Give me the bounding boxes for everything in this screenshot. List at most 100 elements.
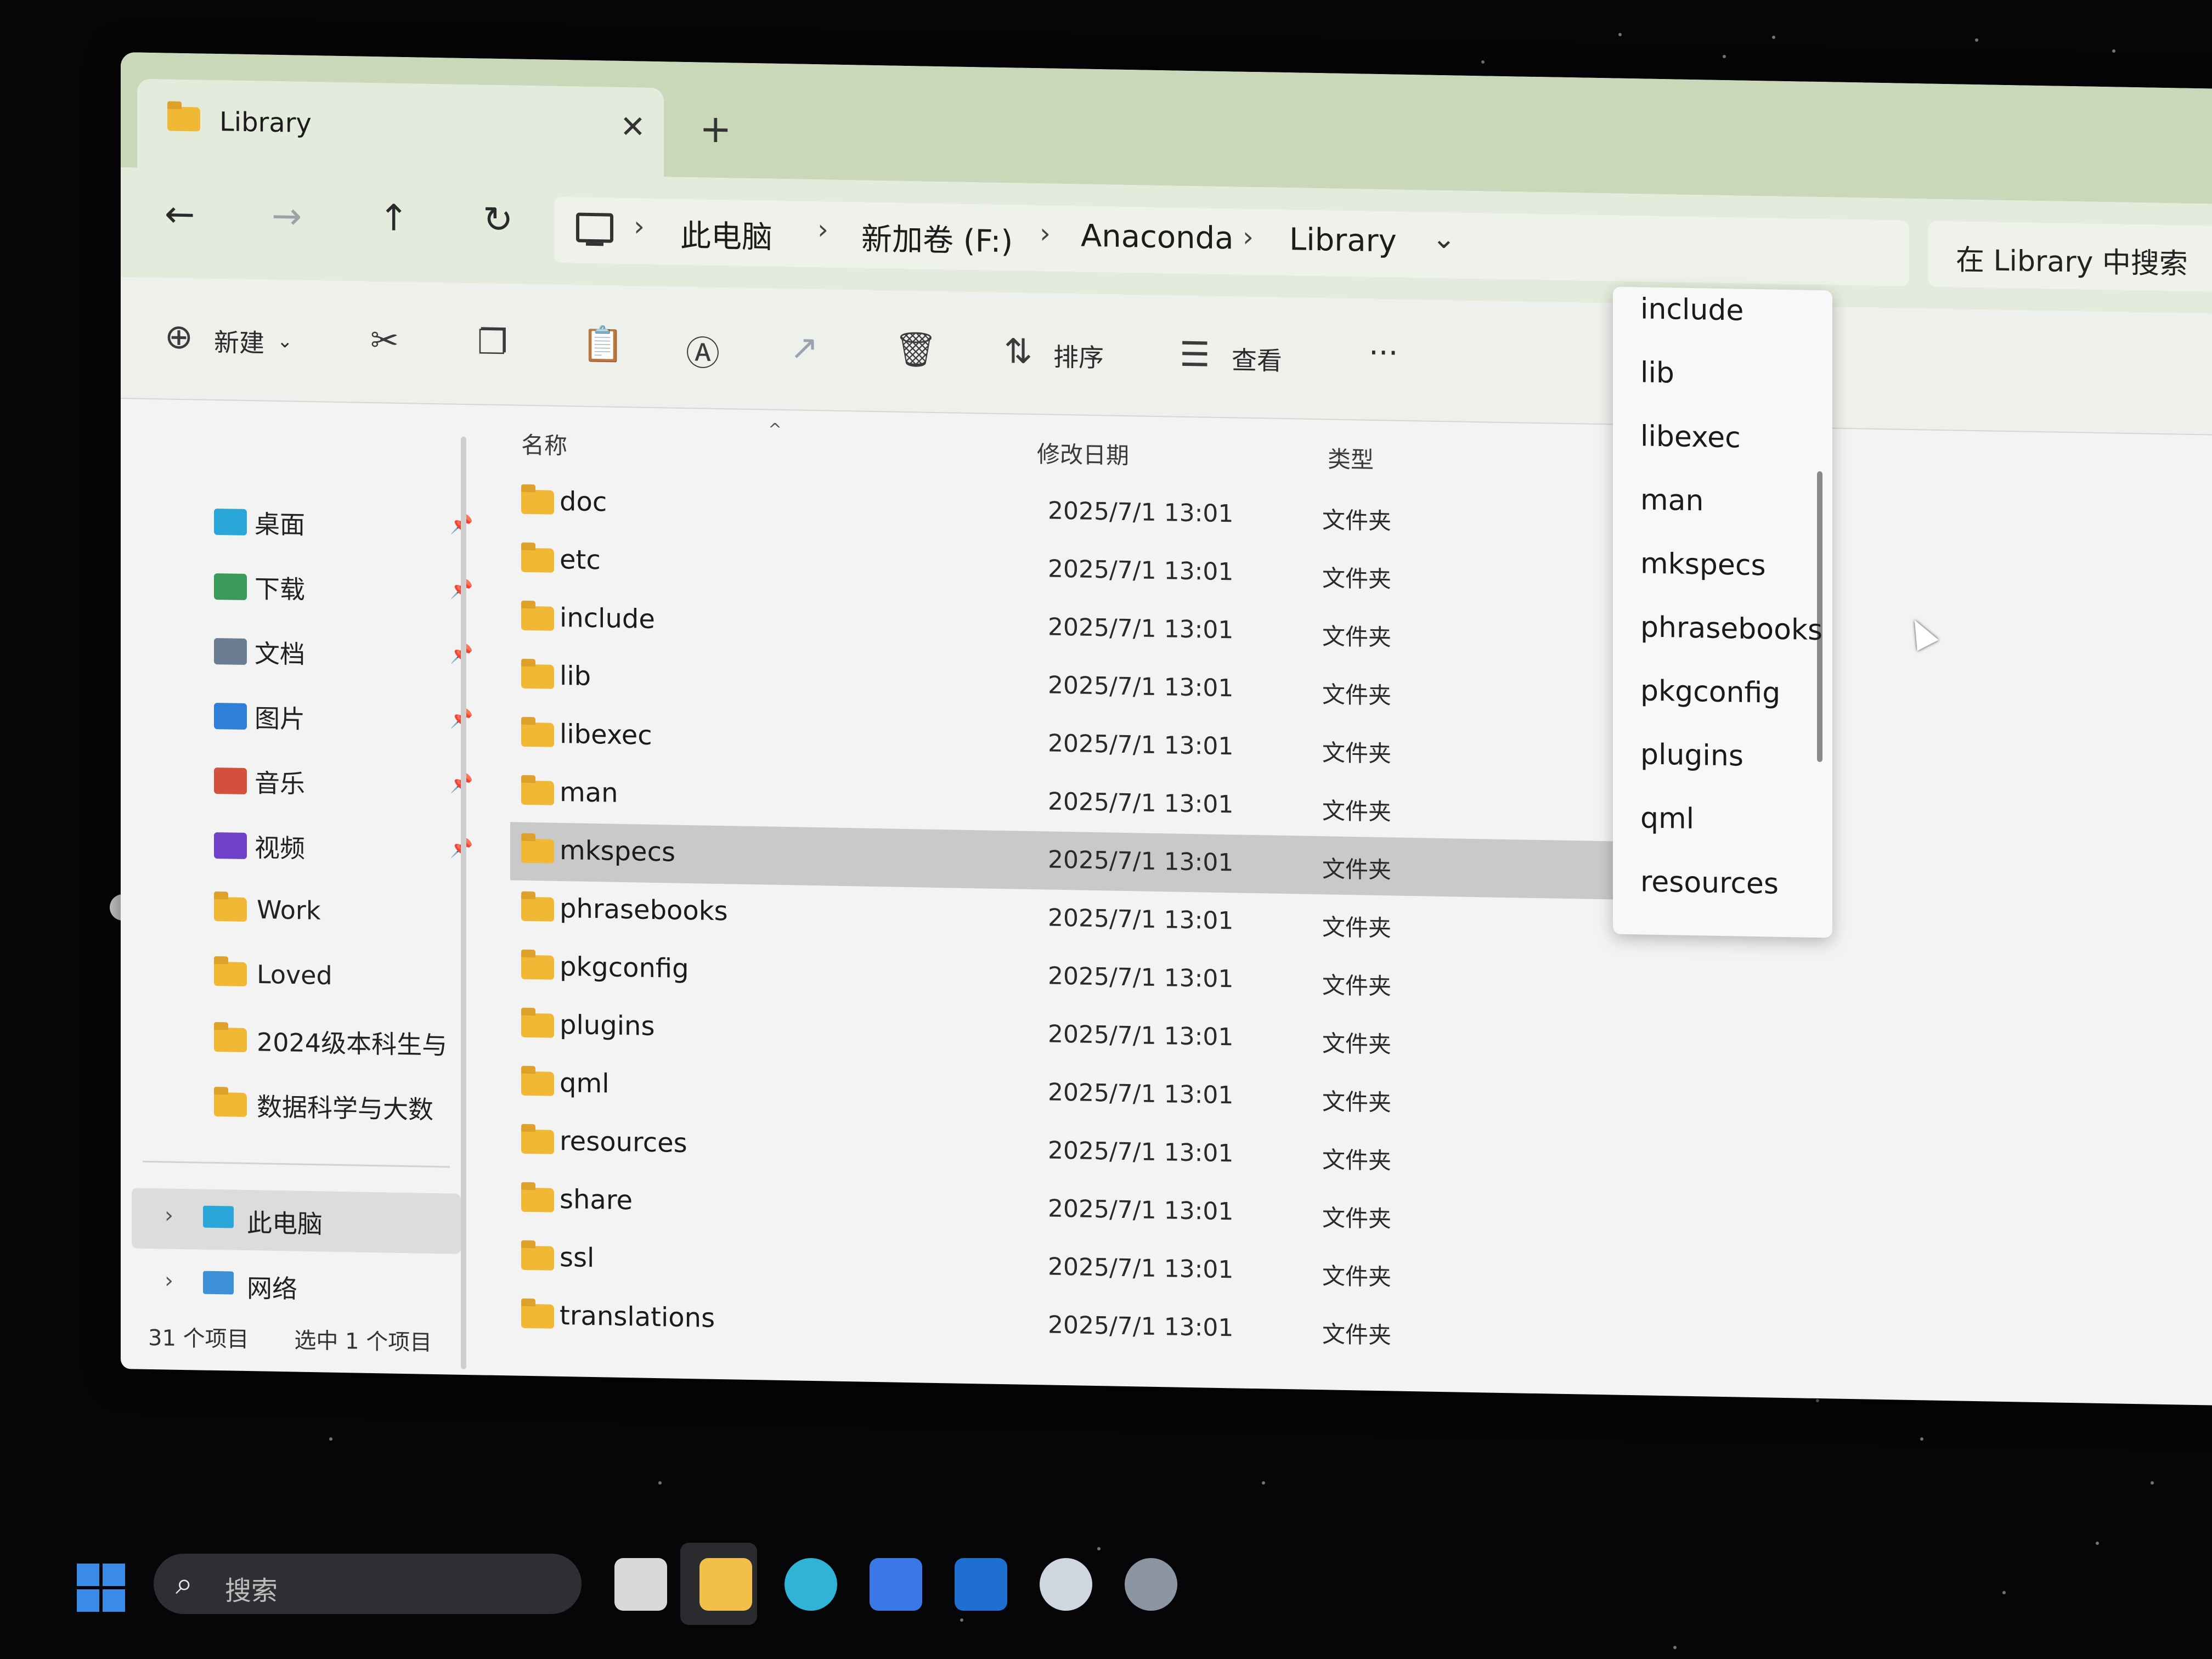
chevron-right-icon[interactable]: › bbox=[165, 1203, 173, 1228]
task-view-icon[interactable] bbox=[614, 1558, 667, 1611]
dropdown-item[interactable]: include bbox=[1640, 292, 1743, 327]
sort-button[interactable]: 排序 bbox=[1053, 337, 1104, 375]
more-options-button[interactable]: ··· bbox=[1369, 335, 1398, 371]
download-icon bbox=[214, 573, 247, 601]
file-name: translations bbox=[560, 1300, 715, 1334]
breadcrumb-this-pc[interactable]: 此电脑 bbox=[680, 211, 772, 257]
sidebar-item[interactable]: 2024级本科生与 bbox=[214, 1022, 447, 1069]
sidebar-item-label: 图片 bbox=[255, 703, 305, 734]
new-tab-button[interactable]: + bbox=[699, 106, 732, 151]
dropdown-item[interactable]: man bbox=[1640, 483, 1703, 517]
folder-icon bbox=[521, 1187, 554, 1212]
folder-icon bbox=[521, 548, 554, 573]
forward-button[interactable]: → bbox=[272, 195, 302, 238]
sidebar-item-network[interactable]: › 网络 bbox=[132, 1256, 461, 1317]
copy-icon[interactable]: ❐ bbox=[477, 321, 508, 362]
taskbar-search[interactable]: ⌕ 搜索 bbox=[154, 1554, 582, 1614]
breadcrumb-separator[interactable]: › bbox=[817, 213, 828, 245]
sidebar-item-label: 此电脑 bbox=[247, 1208, 323, 1239]
star-dot bbox=[1920, 1437, 1923, 1441]
sort-icon[interactable]: ⇅ bbox=[1004, 331, 1032, 371]
file-name: libexec bbox=[560, 718, 652, 751]
start-button[interactable] bbox=[77, 1564, 126, 1613]
delete-icon[interactable]: 🗑 bbox=[894, 329, 938, 370]
sidebar-item-label: 2024级本科生与 bbox=[257, 1027, 448, 1060]
paste-icon[interactable]: 📋 bbox=[582, 324, 624, 365]
dropdown-item[interactable]: lib bbox=[1640, 356, 1674, 390]
desktop-icon bbox=[214, 508, 247, 536]
sidebar-item-label: 网络 bbox=[247, 1273, 297, 1304]
file-type: 文件夹 bbox=[1322, 681, 1392, 709]
store-icon[interactable] bbox=[870, 1558, 922, 1611]
column-header-type[interactable]: 类型 bbox=[1328, 441, 1374, 475]
file-type: 文件夹 bbox=[1322, 1262, 1392, 1291]
breadcrumb-drive-f[interactable]: 新加卷 (F:) bbox=[861, 215, 1013, 262]
file-type: 文件夹 bbox=[1322, 797, 1392, 826]
rename-icon[interactable]: Ⓐ bbox=[686, 325, 720, 375]
sidebar-item[interactable]: 桌面 bbox=[214, 504, 305, 549]
sidebar-item-label: 音乐 bbox=[255, 768, 305, 799]
breadcrumb-anaconda[interactable]: Anaconda bbox=[1081, 218, 1234, 257]
up-button[interactable]: ↑ bbox=[379, 196, 409, 239]
dropdown-item[interactable]: mkspecs bbox=[1640, 547, 1766, 582]
breadcrumb-separator[interactable]: › bbox=[634, 210, 645, 242]
search-input[interactable]: 在 Library 中搜索 bbox=[1928, 221, 2212, 292]
edge-icon[interactable] bbox=[785, 1558, 837, 1611]
folder-icon bbox=[214, 1092, 247, 1118]
sidebar-item-label: Work bbox=[257, 894, 321, 926]
file-name: phrasebooks bbox=[560, 893, 728, 927]
settings-icon[interactable] bbox=[1125, 1558, 1177, 1611]
breadcrumb-separator[interactable]: › bbox=[1243, 221, 1254, 253]
dropdown-item[interactable]: libexec bbox=[1640, 420, 1741, 454]
sidebar-item[interactable]: 视频 bbox=[214, 827, 305, 873]
outlook-icon[interactable] bbox=[955, 1558, 1007, 1611]
sidebar-item[interactable]: Work bbox=[214, 892, 320, 938]
steam-icon[interactable] bbox=[1040, 1558, 1092, 1611]
sidebar-item[interactable]: 音乐 bbox=[214, 763, 305, 808]
add-icon[interactable]: ⊕ bbox=[165, 316, 193, 357]
sidebar-scrollbar[interactable] bbox=[461, 436, 466, 1369]
folder-icon bbox=[521, 1129, 554, 1154]
tab-library[interactable]: Library ✕ bbox=[137, 78, 664, 177]
back-button[interactable]: ← bbox=[165, 193, 195, 235]
sidebar-item[interactable]: Loved bbox=[214, 957, 332, 1003]
column-header-name[interactable]: 名称 bbox=[521, 427, 567, 461]
chevron-down-icon[interactable]: ⌄ bbox=[1432, 222, 1456, 256]
sidebar-item[interactable]: 图片 bbox=[214, 698, 305, 743]
view-icon[interactable]: ☰ bbox=[1180, 334, 1210, 375]
share-icon[interactable]: ↗ bbox=[790, 327, 819, 368]
sidebar-item[interactable]: 下载 bbox=[214, 568, 305, 614]
sidebar-item[interactable]: 数据科学与大数 bbox=[214, 1086, 433, 1134]
sidebar-item[interactable]: 文档 bbox=[214, 633, 305, 679]
close-tab-button[interactable]: ✕ bbox=[620, 109, 646, 145]
star-dot bbox=[1618, 33, 1622, 36]
dropdown-item[interactable]: phrasebooks bbox=[1640, 611, 1822, 647]
search-icon: ⌕ bbox=[176, 1566, 193, 1601]
folder-icon bbox=[167, 106, 200, 132]
breadcrumb-library[interactable]: Library bbox=[1289, 222, 1397, 259]
dropdown-item[interactable]: pkgconfig bbox=[1640, 674, 1780, 709]
file-modified-date: 2025/7/1 13:01 bbox=[1048, 845, 1234, 877]
file-modified-date: 2025/7/1 13:01 bbox=[1048, 1078, 1234, 1110]
star-dot bbox=[1723, 55, 1726, 58]
file-modified-date: 2025/7/1 13:01 bbox=[1048, 904, 1234, 935]
file-name: pkgconfig bbox=[560, 951, 689, 985]
file-name: man bbox=[560, 776, 618, 809]
breadcrumb[interactable]: › 此电脑 › 新加卷 (F:) › Anaconda › Library ⌄ bbox=[554, 196, 1909, 286]
refresh-button[interactable]: ↻ bbox=[483, 199, 513, 241]
new-button[interactable]: 新建 bbox=[214, 323, 264, 360]
dropdown-item[interactable]: plugins bbox=[1640, 738, 1743, 772]
column-header-modified[interactable]: 修改日期 bbox=[1037, 436, 1129, 471]
breadcrumb-separator[interactable]: › bbox=[1040, 217, 1051, 249]
search-placeholder: 在 Library 中搜索 bbox=[1956, 244, 2188, 281]
chevron-down-icon[interactable]: ⌄ bbox=[277, 330, 293, 352]
chevron-right-icon[interactable]: › bbox=[165, 1268, 173, 1293]
cut-icon[interactable]: ✂ bbox=[370, 320, 399, 360]
dropdown-item[interactable]: qml bbox=[1640, 802, 1694, 836]
computer-icon[interactable] bbox=[576, 212, 613, 243]
file-explorer-icon[interactable] bbox=[699, 1558, 752, 1611]
view-button[interactable]: 查看 bbox=[1232, 340, 1282, 377]
music-icon bbox=[214, 767, 247, 795]
dropdown-item[interactable]: resources bbox=[1640, 865, 1779, 900]
sidebar-item-this-pc[interactable]: › 此电脑 bbox=[132, 1188, 461, 1254]
